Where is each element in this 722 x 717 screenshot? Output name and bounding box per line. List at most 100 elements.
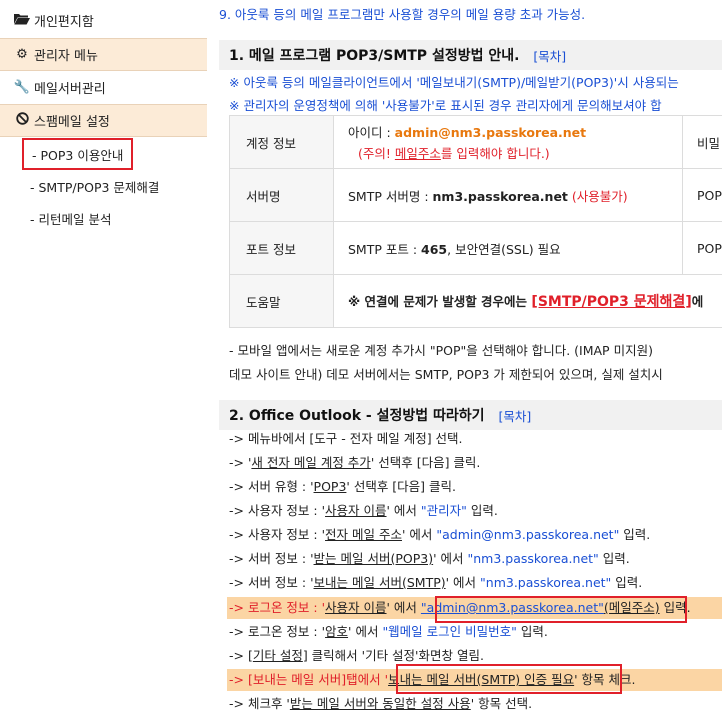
section1-note2: ※ 관리자의 운영정책에 의해 '사용불가'로 표시된 경우 관리자에게 문의해…: [229, 98, 662, 113]
demo-note: 데모 사이트 안내) 데모 서버에서는 SMTP, POP3 가 제한되어 있으…: [229, 367, 663, 382]
step-term: 사용자 이름: [325, 600, 387, 615]
step-term: 암호: [325, 624, 349, 639]
sidebar-item-label: 스팸메일 설정: [34, 115, 110, 130]
port-prefix: SMTP 포트 :: [348, 241, 422, 257]
step-6: -> 서버 정보 : '받는 메일 서버(POP3)' 에서 "nm3.pass…: [229, 548, 630, 570]
caution-open: (주의!: [358, 146, 395, 161]
table-row: 포트 정보 SMTP 포트 : 465, 보안연결(SSL) 필요 POP: [229, 221, 722, 275]
troubleshoot-link[interactable]: [SMTP/POP3 문제해결]: [531, 294, 691, 310]
account-label: 계정 정보: [229, 115, 334, 169]
mobile-note: - 모바일 앱에서는 새로운 계정 추가시 "POP"을 선택해야 합니다. (…: [229, 343, 653, 358]
step-text: ' 항목 선택.: [470, 696, 533, 711]
subitem-pop3-guide[interactable]: - POP3 이용안내: [22, 138, 134, 170]
port-number: 465: [421, 241, 448, 257]
help-label: 도움말: [229, 274, 334, 328]
step-text: -> 서버 정보 : ': [229, 575, 314, 590]
section2-header: 2. Office Outlook - 설정방법 따라하기 [목차]: [219, 400, 722, 430]
step-text: 입력.: [611, 575, 643, 590]
step-12: -> 체크후 '받는 메일 서버와 동일한 설정 사용' 항목 선택.: [229, 693, 532, 715]
section1-header: 1. 메일 프로그램 POP3/SMTP 설정방법 안내. [목차]: [219, 40, 722, 70]
step-term: 기타 설정: [252, 648, 303, 663]
section2-title: 2. Office Outlook - 설정방법 따라하기: [229, 408, 485, 424]
id-prefix: 아이디 :: [348, 125, 395, 140]
step-value: "nm3.passkorea.net": [480, 575, 612, 590]
step-text: -> 사용자 정보 : ': [229, 527, 326, 542]
sidebar-item-personal-mailbox[interactable]: 개인편지함: [0, 4, 207, 37]
port-value: SMTP 포트 : 465, 보안연결(SSL) 필요: [333, 221, 683, 275]
sidebar-item-admin-menu[interactable]: ⚙ 관리자 메뉴: [0, 38, 207, 71]
step-text: ' 에서: [348, 624, 383, 639]
step-value: "nm3.passkorea.net": [467, 551, 599, 566]
section1-toc-link[interactable]: [목차]: [533, 46, 566, 65]
step-text: ] 클릭해서 '기타 설정'화면창 열림.: [302, 648, 484, 663]
step-value: "admin@nm3.passkorea.net": [436, 527, 620, 542]
subitem-smtp-pop3-troubleshoot[interactable]: - SMTP/POP3 문제해결: [22, 170, 167, 202]
step-text: ' 에서: [433, 551, 468, 566]
step-text: 입력.: [516, 624, 548, 639]
col3-row1: 비밀: [682, 115, 722, 169]
step-text: 입력.: [466, 503, 498, 518]
account-value: 아이디 : admin@nm3.passkorea.net (주의! 메일주소를…: [333, 115, 683, 169]
step-text: -> 체크후 ': [229, 696, 290, 711]
sidebar-item-spam-settings[interactable]: 스팸메일 설정: [0, 104, 207, 137]
step-text: -> [보내는 메일 서버]탭에서 ': [229, 672, 389, 687]
highlight-box-smtp-auth: [396, 664, 622, 694]
sidebar: 개인편지함 ⚙ 관리자 메뉴 🔧 메일서버관리 스팸메일 설정 - POP3 이…: [0, 0, 207, 717]
step-term: 사용자 이름: [325, 503, 387, 518]
smtp-unavailable: (사용불가): [567, 188, 628, 204]
highlight-box-login-email: [435, 596, 687, 623]
table-row: 도움말 ※ 연결에 문제가 발생할 경우에는 [SMTP/POP3 문제해결]에: [229, 274, 722, 328]
step-value: "웹메일 로그인 비밀번호": [382, 624, 517, 639]
id-value: admin@nm3.passkorea.net: [394, 125, 587, 140]
caution-rest: 를 입력해야 합니다.): [440, 146, 550, 161]
section1-note1: ※ 아웃룩 등의 메일클라이언트에서 '메일보내기(SMTP)/메일받기(POP…: [229, 75, 679, 90]
sidebar-item-label: 관리자 메뉴: [34, 49, 98, 64]
step-text: ' 선택후 [다음] 클릭.: [370, 455, 481, 470]
step-9: -> 로그온 정보 : '암호' 에서 "웹메일 로그인 비밀번호" 입력.: [229, 621, 548, 643]
sidebar-item-label: 메일서버관리: [34, 82, 106, 97]
folder-open-icon: [13, 12, 31, 29]
smtp-prefix: SMTP 서버명 :: [348, 188, 433, 204]
port-rest: , 보안연결(SSL) 필요: [447, 241, 561, 257]
gear-icon: ⚙: [16, 47, 28, 62]
step-text: -> 로그온 정보 : ': [229, 624, 326, 639]
port-label: 포트 정보: [229, 221, 334, 275]
step-7: -> 서버 정보 : '보내는 메일 서버(SMTP)' 에서 "nm3.pas…: [229, 572, 642, 594]
step-term: POP3: [313, 479, 347, 494]
step-4: -> 사용자 정보 : '사용자 이름' 에서 "관리자" 입력.: [229, 500, 498, 522]
server-value: SMTP 서버명 : nm3.passkorea.net (사용불가): [333, 168, 683, 222]
wrench-icon: 🔧: [13, 80, 31, 95]
help-suffix: 에: [691, 294, 704, 309]
step-5: -> 사용자 정보 : '전자 메일 주소' 에서 "admin@nm3.pas…: [229, 524, 650, 546]
step-text: -> ': [229, 455, 252, 470]
step-term: 새 전자 메일 계정 추가: [251, 455, 371, 470]
caution-underlined: 메일주소: [394, 146, 441, 161]
step-text: -> 로그온 정보 : ': [229, 600, 326, 615]
table-row: 서버명 SMTP 서버명 : nm3.passkorea.net (사용불가) …: [229, 168, 722, 222]
help-prefix: ※ 연결에 문제가 발생할 경우에는: [348, 294, 532, 309]
step-text: ' 에서: [386, 503, 421, 518]
step-value: "관리자": [420, 503, 467, 518]
server-label: 서버명: [229, 168, 334, 222]
step-term: 보내는 메일 서버(SMTP): [313, 575, 446, 590]
col3-row2: POP: [682, 168, 722, 222]
top-note: 9. 아웃룩 등의 메일 프로그램만 사용할 경우의 메일 용량 초과 가능성.: [219, 7, 586, 22]
step-text: 입력.: [619, 527, 651, 542]
table-row: 계정 정보 아이디 : admin@nm3.passkorea.net (주의!…: [229, 115, 722, 169]
col3-row3: POP: [682, 221, 722, 275]
sidebar-item-mail-server[interactable]: 🔧 메일서버관리: [0, 71, 207, 104]
step-text: ' 선택후 [다음] 클릭.: [346, 479, 456, 494]
section2-toc-link[interactable]: [목차]: [499, 406, 532, 425]
step-text: -> [: [229, 648, 253, 663]
subitem-return-mail-analysis[interactable]: - 리턴메일 분석: [22, 202, 119, 234]
step-term: 받는 메일 서버와 동일한 설정 사용: [289, 696, 471, 711]
step-text: ' 에서: [401, 527, 437, 542]
help-value: ※ 연결에 문제가 발생할 경우에는 [SMTP/POP3 문제해결]에: [333, 274, 722, 328]
step-3: -> 서버 유형 : 'POP3' 선택후 [다음] 클릭.: [229, 476, 456, 498]
step-1: -> 메뉴바에서 [도구 - 전자 메일 계정] 선택.: [229, 431, 463, 446]
step-text: -> 서버 유형 : ': [229, 479, 314, 494]
step-2: -> '새 전자 메일 계정 추가' 선택후 [다음] 클릭.: [229, 452, 480, 474]
main-content: 9. 아웃룩 등의 메일 프로그램만 사용할 경우의 메일 용량 초과 가능성.…: [219, 0, 722, 717]
step-text: -> 서버 정보 : ': [229, 551, 314, 566]
section1-title: 1. 메일 프로그램 POP3/SMTP 설정방법 안내.: [229, 48, 520, 64]
